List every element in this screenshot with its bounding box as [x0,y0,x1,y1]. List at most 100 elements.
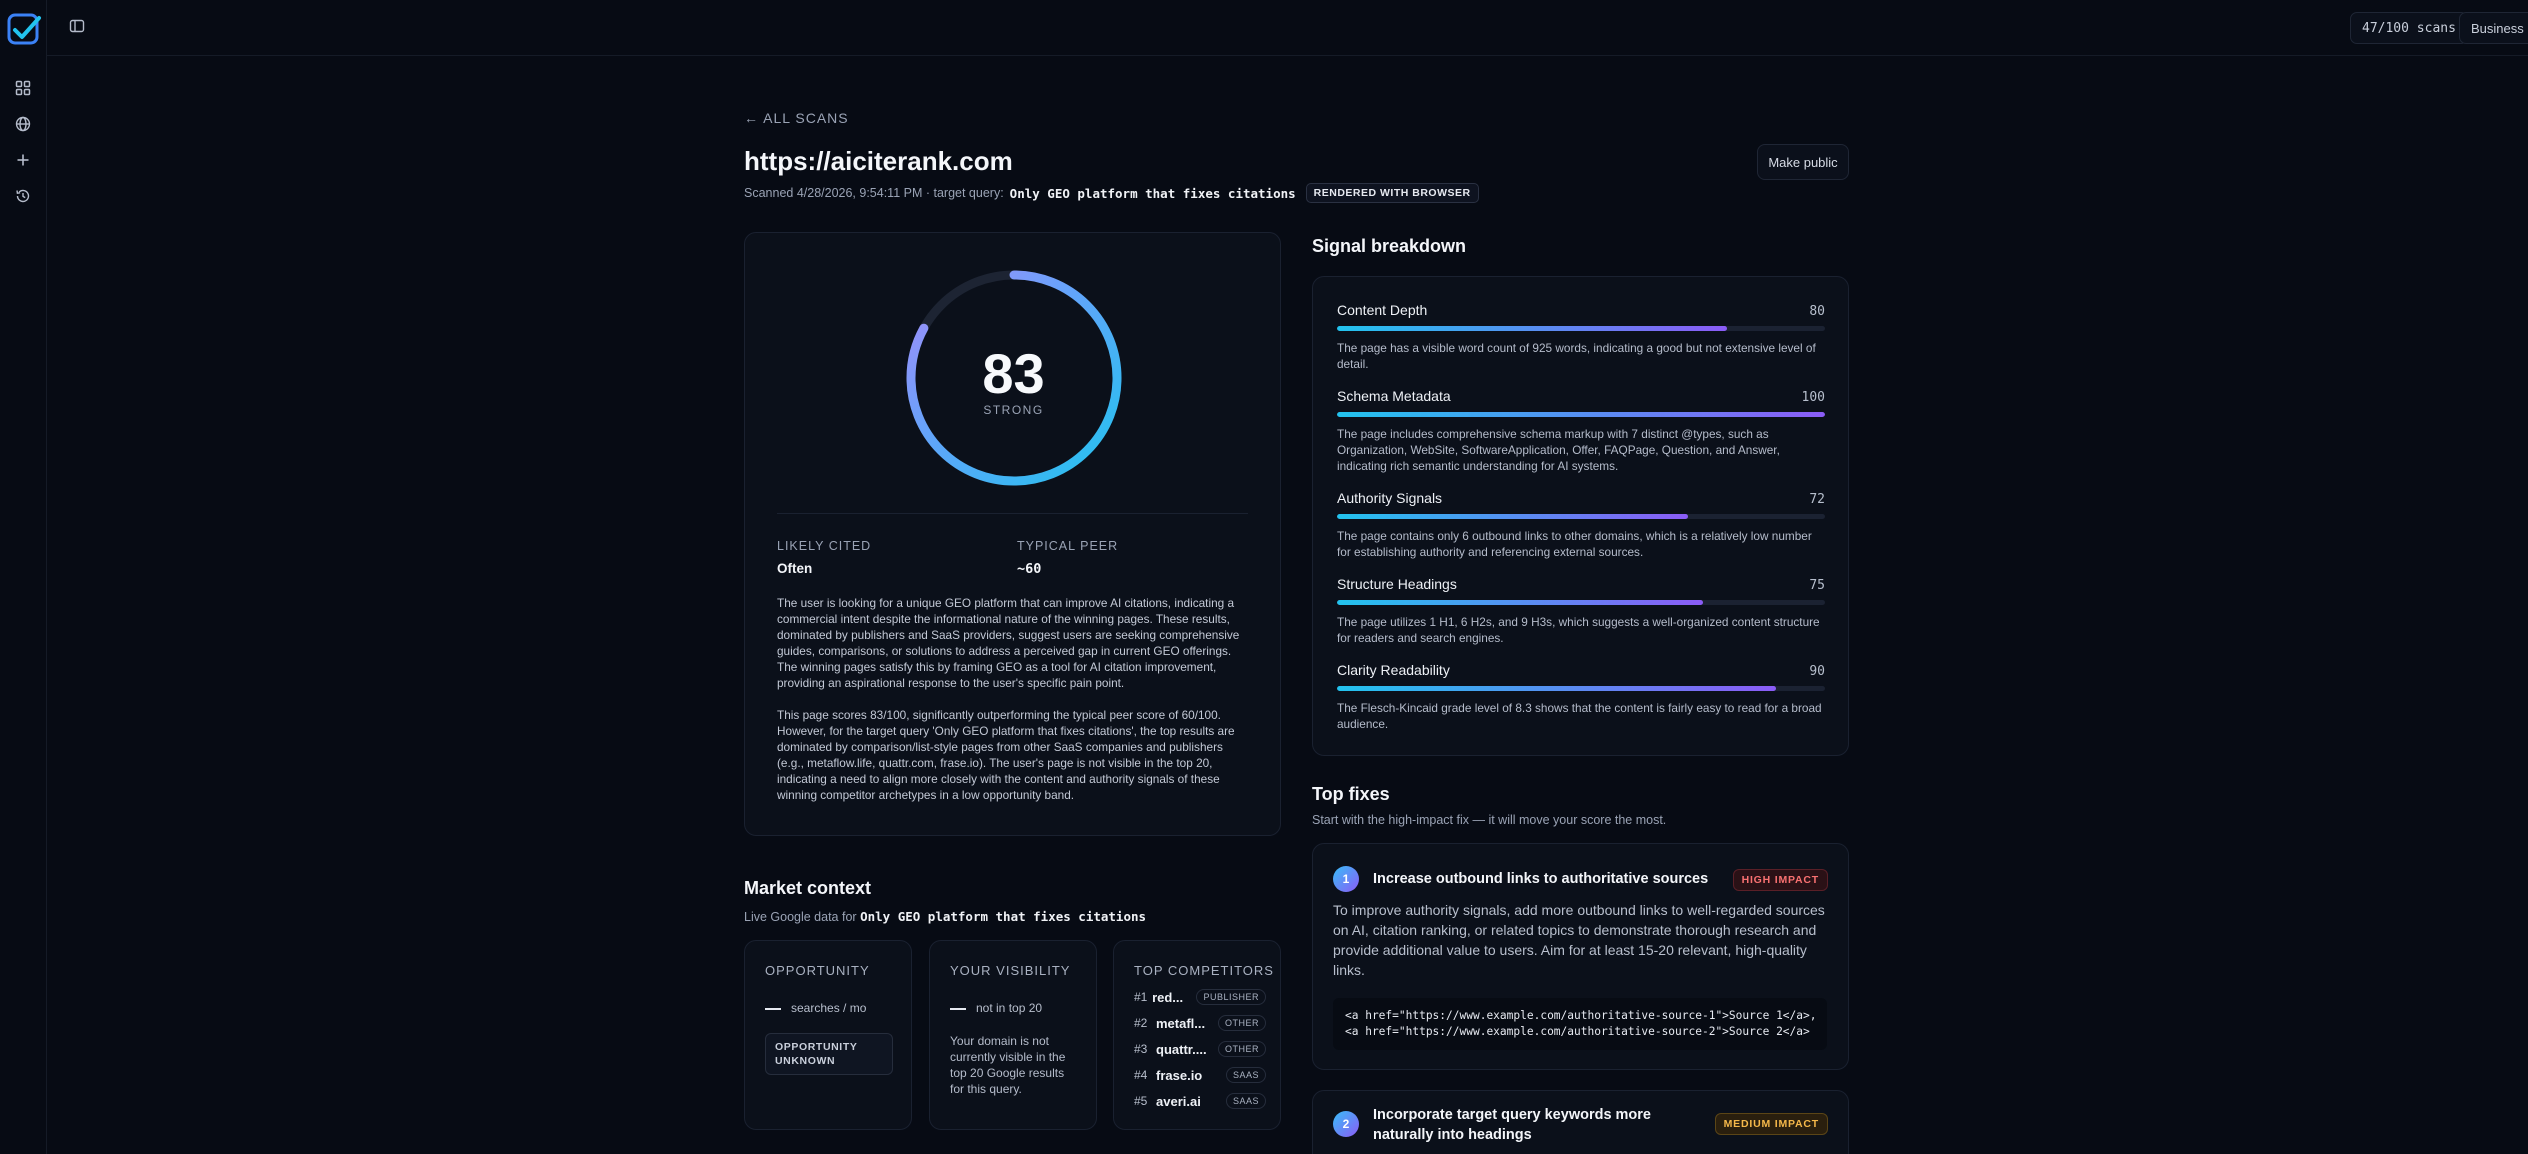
fix-code-snippet: <a href="https://www.example.com/authori… [1333,998,1827,1050]
visibility-description: Your domain is not currently visible in … [950,1034,1066,1096]
competitor-row[interactable]: #1 red... PUBLISHER [1134,987,1266,1007]
signal-bar-track [1337,326,1825,331]
signal-bar-track [1337,412,1825,417]
competitor-rank: #3 [1134,1042,1148,1056]
empty-value-dash [765,1007,781,1010]
signal-name: Structure Headings [1337,576,1457,592]
signal-bar-fill [1337,514,1689,519]
typical-peer-value: ~60 [1017,561,1042,577]
market-query: Only GEO platform that fixes citations [860,909,1147,924]
competitor-rank: #1 [1134,990,1148,1004]
competitor-rank: #5 [1134,1094,1148,1108]
typical-peer-label: TYPICAL PEER [1017,539,1119,553]
page-title: https://aiciterank.com [744,146,1013,176]
signal-bar-track [1337,600,1825,605]
divider [777,513,1248,514]
top-bar [47,0,2528,56]
make-public-button[interactable]: Make public [1757,144,1849,180]
signal-name: Content Depth [1337,302,1428,318]
signal-score: 72 [1809,492,1825,507]
scan-meta: Scanned 4/28/2026, 9:54:11 PM · target q… [744,183,1479,203]
opportunity-unknown-badge: OPPORTUNITY UNKNOWN [765,1033,893,1075]
globe-icon[interactable] [13,114,33,134]
competitor-name: metafl... [1156,1015,1206,1031]
fix-title: Incorporate target query keywords more n… [1373,1107,1651,1143]
signal-row: Schema Metadata 100 The page includes co… [1337,388,1825,473]
score-value: 83 [982,342,1045,405]
competitor-row[interactable]: #2 metafl... OTHER [1134,1013,1266,1033]
competitor-name: averi.ai [1156,1093,1201,1109]
top-fixes-heading: Top fixes [1312,784,1390,804]
score-summary-2: This page scores 83/100, significantly o… [777,708,1235,802]
likely-cited-label: LIKELY CITED [777,539,872,553]
signal-bar-fill [1337,412,1825,417]
impact-badge: HIGH IMPACT [1732,869,1828,891]
signal-description: The page has a visible word count of 925… [1337,341,1816,371]
dashboard-icon[interactable] [13,78,33,98]
signal-bar-fill [1337,326,1728,331]
competitor-tag: SAAS [1225,1067,1266,1083]
sidebar-toggle-icon[interactable] [69,18,89,38]
score-card: 83 STRONG LIKELY CITED Often TYPICAL PEE… [744,232,1281,836]
competitor-tag: OTHER [1218,1015,1266,1031]
competitor-rank: #2 [1134,1016,1148,1030]
competitor-rank: #4 [1134,1068,1148,1082]
fix-title: Increase outbound links to authoritative… [1373,871,1709,887]
score-summary-1: The user is looking for a unique GEO pla… [777,596,1240,690]
signal-row: Structure Headings 75 The page utilizes … [1337,576,1825,645]
render-badge: RENDERED WITH BROWSER [1305,183,1479,203]
market-context-heading: Market context [744,878,872,898]
plan-pill[interactable]: Business [2459,12,2528,44]
signal-bar-track [1337,686,1825,691]
visibility-rank: not in top 20 [950,1001,1042,1015]
signal-name: Clarity Readability [1337,662,1450,678]
signal-name: Authority Signals [1337,490,1443,506]
competitor-name: quattr.... [1156,1041,1207,1057]
top-fixes-subtitle: Start with the high-impact fix — it will… [1312,813,1667,827]
competitors-card: TOP COMPETITORS #1 red... PUBLISHER #2 m… [1113,940,1281,1130]
signal-score: 90 [1809,664,1825,679]
market-subtitle-prefix: Live Google data for [744,910,857,924]
competitor-tag: OTHER [1218,1041,1266,1057]
signal-score: 80 [1809,304,1825,319]
back-to-all-scans-link[interactable]: ← ALL SCANS [744,110,849,126]
opportunity-title: OPPORTUNITY [765,963,870,978]
fix-number: 2 [1333,1111,1359,1137]
signal-description: The Flesch-Kincaid grade level of 8.3 sh… [1337,701,1822,731]
competitor-tag: SAAS [1225,1093,1266,1109]
signal-name: Schema Metadata [1337,388,1451,404]
signal-row: Authority Signals 72 The page contains o… [1337,490,1825,559]
impact-badge: MEDIUM IMPACT [1714,1113,1828,1135]
fix-card[interactable]: 1 Increase outbound links to authoritati… [1312,843,1849,1070]
plus-icon[interactable] [13,150,33,170]
fix-card[interactable]: 2 Incorporate target query keywords more… [1312,1090,1849,1154]
market-context-subtitle: Live Google data for Only GEO platform t… [744,909,1146,924]
left-rail [0,0,47,1154]
competitor-row[interactable]: #4 frase.io SAAS [1134,1065,1266,1085]
empty-value-dash [950,1007,966,1010]
signal-breakdown-card: Content Depth 80 The page has a visible … [1312,276,1849,756]
signal-bar-fill [1337,600,1703,605]
scan-quota-pill[interactable]: 47/100 scans [2350,12,2468,44]
opportunity-card: OPPORTUNITY searches / mo OPPORTUNITY UN… [744,940,912,1130]
likely-cited-value: Often [777,561,813,576]
signal-description: The page utilizes 1 H1, 6 H2s, and 9 H3s… [1337,615,1820,645]
searches-label: searches / mo [791,1001,867,1015]
score-label: STRONG [983,403,1044,417]
opportunity-searches: searches / mo [765,1001,866,1015]
competitor-row[interactable]: #3 quattr.... OTHER [1134,1039,1266,1059]
fix-number: 1 [1333,866,1359,892]
app-logo-icon[interactable] [6,12,42,48]
scan-meta-prefix: Scanned 4/28/2026, 9:54:11 PM · target q… [744,186,1004,200]
fix-body: To improve authority signals, add more o… [1333,902,1825,978]
competitors-title: TOP COMPETITORS [1134,963,1274,978]
visibility-title: YOUR VISIBILITY [950,963,1071,978]
signal-description: The page contains only 6 outbound links … [1337,529,1812,559]
competitor-tag: PUBLISHER [1196,989,1266,1005]
signal-score: 100 [1801,390,1825,405]
history-icon[interactable] [13,186,33,206]
competitor-row[interactable]: #5 averi.ai SAAS [1134,1091,1266,1111]
visibility-rank-label: not in top 20 [976,1001,1043,1015]
competitor-name: red... [1152,989,1184,1005]
signal-description: The page includes comprehensive schema m… [1337,427,1780,473]
